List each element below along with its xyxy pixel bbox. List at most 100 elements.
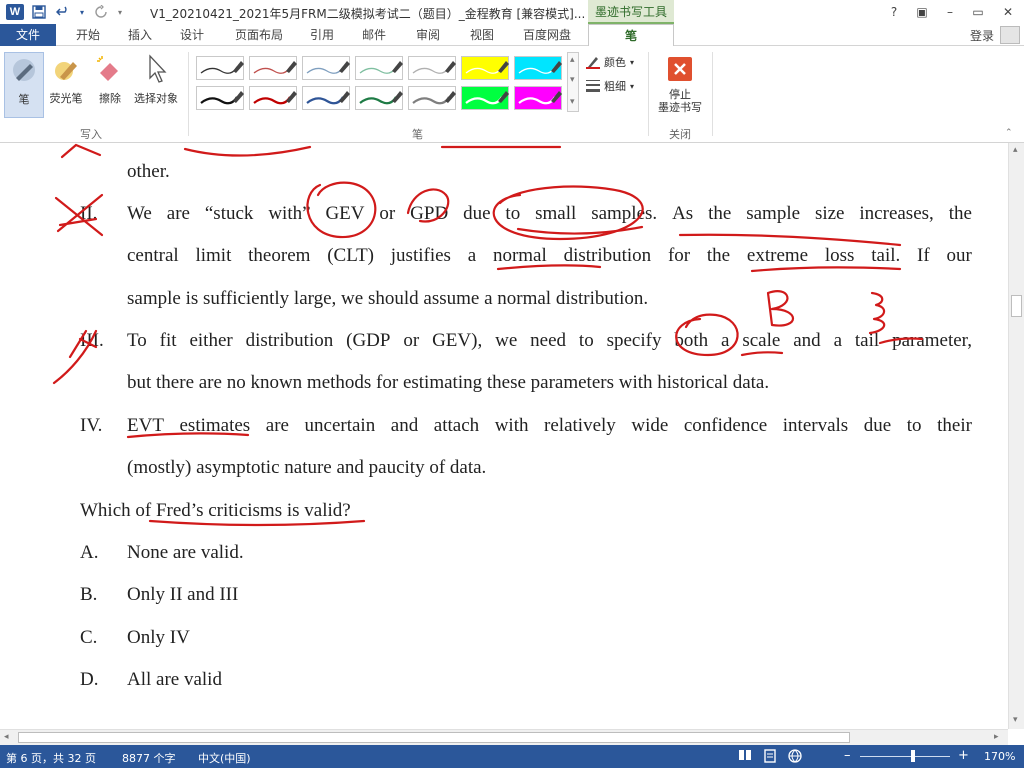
pen-swatch[interactable] [355,86,403,110]
pen-swatch[interactable] [514,56,562,80]
eraser-tool-label: 擦除 [99,92,121,105]
ink-circle [306,181,377,239]
pen-swatch[interactable] [514,86,562,110]
pen-color-label: 颜色 [604,56,626,69]
ink-cross [54,193,104,237]
sign-in-link[interactable]: 登录 [970,27,994,44]
pen-swatch[interactable] [461,56,509,80]
scroll-up-icon[interactable]: ▴ [1013,145,1018,155]
pen-swatch[interactable] [302,86,350,110]
gallery-more-icon[interactable]: ▾ [570,97,575,107]
group-divider [712,52,713,136]
horizontal-scroll-thumb[interactable] [18,732,850,743]
pen-swatch[interactable] [355,56,403,80]
pen-swatch-stroke-icon [465,91,509,105]
horizontal-scrollbar[interactable]: ◂ ▸ [0,729,1008,745]
select-objects-button[interactable]: 选择对象 [130,52,182,118]
word-app-icon[interactable]: W [6,4,24,20]
tab-file[interactable]: 文件 [0,24,56,46]
restore-button[interactable]: ▭ [964,0,992,24]
pen-swatch-stroke-icon [306,61,350,74]
tab-references[interactable]: 引用 [298,24,346,46]
ribbon-display-options-icon[interactable]: ▣ [908,0,936,24]
ink-underline [750,266,902,273]
tab-insert[interactable]: 插入 [116,24,164,46]
ink-underline [740,351,784,357]
pen-color-button[interactable]: 颜色 ▾ [586,54,634,70]
pen-tool-label: 笔 [18,93,30,106]
scroll-right-icon[interactable]: ▸ [994,732,999,742]
language-indicator[interactable]: 中文(中国) [198,750,251,766]
pen-swatch-stroke-icon [306,91,350,105]
save-icon[interactable] [30,4,48,20]
pen-swatch-stroke-icon [200,91,244,105]
ink-underline [678,233,902,247]
ink-underline [126,432,250,439]
redo-icon[interactable] [92,4,110,20]
quick-access-toolbar: W ▾ ▾ [0,4,124,20]
tab-pen[interactable]: 笔 [588,24,674,47]
tab-page-layout[interactable]: 页面布局 [226,24,292,46]
pen-swatch[interactable] [408,56,456,80]
eraser-tool-button[interactable]: 擦除 [90,52,130,118]
scroll-left-icon[interactable]: ◂ [4,732,9,742]
gallery-down-icon[interactable]: ▾ [570,75,575,85]
pen-swatch[interactable] [461,86,509,110]
ink-loop [406,188,450,223]
web-layout-icon[interactable] [788,749,802,766]
close-button[interactable]: ✕ [994,0,1022,24]
collapse-ribbon-icon[interactable]: ⌃ [1005,128,1013,138]
pen-swatch-stroke-icon [412,91,456,105]
tab-baidu-netdisk[interactable]: 百度网盘 [512,24,582,46]
scroll-down-icon[interactable]: ▾ [1013,715,1018,725]
pen-weight-button[interactable]: 粗细 ▾ [586,78,634,94]
pen-swatch[interactable] [249,56,297,80]
avatar[interactable] [1000,26,1020,44]
word-count[interactable]: 8877 个字 [122,750,176,766]
zoom-slider-thumb[interactable] [911,750,915,762]
pen-swatch-stroke-icon [359,61,403,74]
pen-swatch-stroke-icon [518,61,562,74]
pen-swatch[interactable] [408,86,456,110]
zoom-out-button[interactable]: – [844,748,851,763]
close-group-label: 关闭 [669,128,691,141]
tab-design[interactable]: 设计 [168,24,216,46]
print-layout-icon[interactable] [764,749,776,766]
pen-tool-button[interactable]: 笔 [4,52,44,118]
ink-annotations [52,143,924,527]
page-count[interactable]: 第 6 页，共 32 页 [6,750,96,766]
pen-swatch[interactable] [302,56,350,80]
pen-weight-label: 粗细 [604,80,626,93]
pen-swatch[interactable] [249,86,297,110]
gallery-up-icon[interactable]: ▴ [570,55,575,65]
highlighter-icon [50,52,82,86]
tab-view[interactable]: 视图 [458,24,506,46]
pen-swatch-stroke-icon [253,61,297,74]
write-group-label: 写入 [80,128,102,141]
vertical-scroll-thumb[interactable] [1011,295,1022,317]
ink-underline [148,519,366,527]
line-weight-icon [586,80,600,92]
zoom-level[interactable]: 170% [984,750,1015,763]
tab-home[interactable]: 开始 [64,24,112,46]
ribbon-pen: 笔 荧光笔 擦除 选择对象 写入 ▴ ▾ ▾ 颜色 ▾ 粗细 ▾ 笔 停止 墨迹… [0,46,1024,143]
tab-mailings[interactable]: 邮件 [350,24,398,46]
pen-swatch[interactable] [196,86,244,110]
ink-circle [675,313,739,357]
zoom-slider-track[interactable] [860,756,950,757]
highlighter-tool-button[interactable]: 荧光笔 [46,52,86,118]
help-button[interactable]: ? [880,0,908,24]
word-window: W ▾ ▾ V1_20210421_2021年5月FRM二级模拟考试二（题目）_… [0,0,1024,768]
zoom-in-button[interactable]: + [958,748,969,763]
gallery-scrollbar[interactable]: ▴ ▾ ▾ [567,52,579,112]
pen-swatch[interactable] [196,56,244,80]
tab-review[interactable]: 审阅 [404,24,452,46]
vertical-scrollbar[interactable]: ▴ ▾ [1008,143,1024,729]
undo-dropdown-icon[interactable]: ▾ [78,4,86,20]
customize-toolbar-icon[interactable]: ▾ [116,4,124,20]
undo-icon[interactable] [54,4,72,20]
document-page[interactable]: other. II. We are “stuck with” GEV or GPD due to… [0,143,1008,729]
stop-inking-button[interactable]: 停止 墨迹书写 [654,52,706,118]
minimize-button[interactable]: – [936,0,964,24]
read-mode-icon[interactable] [738,749,752,764]
